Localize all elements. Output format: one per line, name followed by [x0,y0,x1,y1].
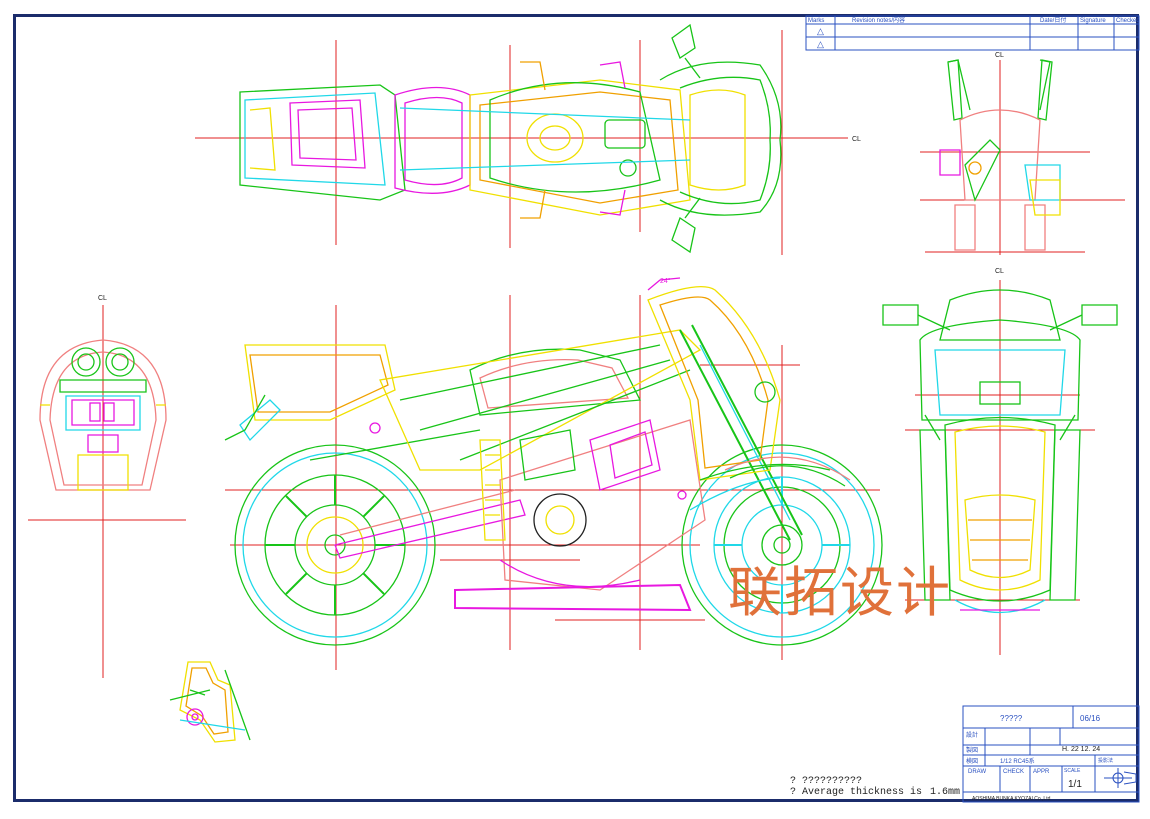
top-view-cl-label: CL [852,136,861,143]
left-front-view-cl-label: CL [98,295,107,302]
revision-header-notes: Revision notes/内容 [852,16,905,24]
title-block-sheet-number: 06/16 [1080,714,1101,723]
revision-header-date: Date/日付 [1040,16,1066,24]
title-block-text: ????? 06/16 設計 製図 検図 1/12 RC45系 H. 22 12… [966,714,1113,802]
title-block-date: H. 22 12. 24 [1062,746,1100,753]
note-line-2: ? Average thickness is 1.6mm [790,787,960,798]
rake-angle-label: 24° [660,277,671,285]
title-block-scale-label: SCALE [1064,768,1081,774]
note-line-1: ? ?????????? [790,776,863,787]
title-block-scale-value: 1/1 [1068,779,1082,790]
rear-view-cl-label: CL [995,52,1004,59]
drawing-notes: ? ?????????? ? Average thickness is 1.6mm [790,776,960,798]
revision-header-checked: Checked [1116,18,1140,24]
title-block-projection-label: 投影法 [1098,757,1113,764]
cad-drawing-sheet: Marks Revision notes/内容 Date/日付 Signatur… [0,0,1150,819]
detail-part [169,661,251,743]
front-view-cl-label: CL [995,268,1004,275]
title-block-label-check: 検図 [966,757,978,765]
title-block-draw: DRAW [968,769,986,775]
title-block-label-drafting: 製図 [966,746,978,754]
center-line-labels: CL CL CL CL [98,52,1004,302]
revision-row-2-mark: △ [817,39,824,49]
revision-row-1-mark: △ [817,26,824,36]
revision-header-signature: Signature [1080,18,1106,24]
title-block-part-name: ????? [1000,714,1023,723]
title-block-check: CHECK [1003,769,1024,775]
title-block-scale-note: 1/12 RC45系 [1000,757,1035,765]
revision-table-text: Marks Revision notes/内容 Date/日付 Signatur… [808,16,1140,49]
revision-header-marks: Marks [808,18,824,24]
watermark-text: 联拓设计 [728,561,952,624]
note-thickness-value: 1.6mm [930,787,961,798]
title-block-appr: APPR [1033,769,1050,775]
title-block-label-design: 設計 [966,731,978,739]
title-block [962,705,1140,803]
drawing-canvas: Marks Revision notes/内容 Date/日付 Signatur… [28,15,1140,803]
note-thickness-label: ? Average thickness is [790,787,923,798]
title-block-company: AOSHIMA BUNKA KYOZAI Co.,Ltd [972,796,1051,802]
